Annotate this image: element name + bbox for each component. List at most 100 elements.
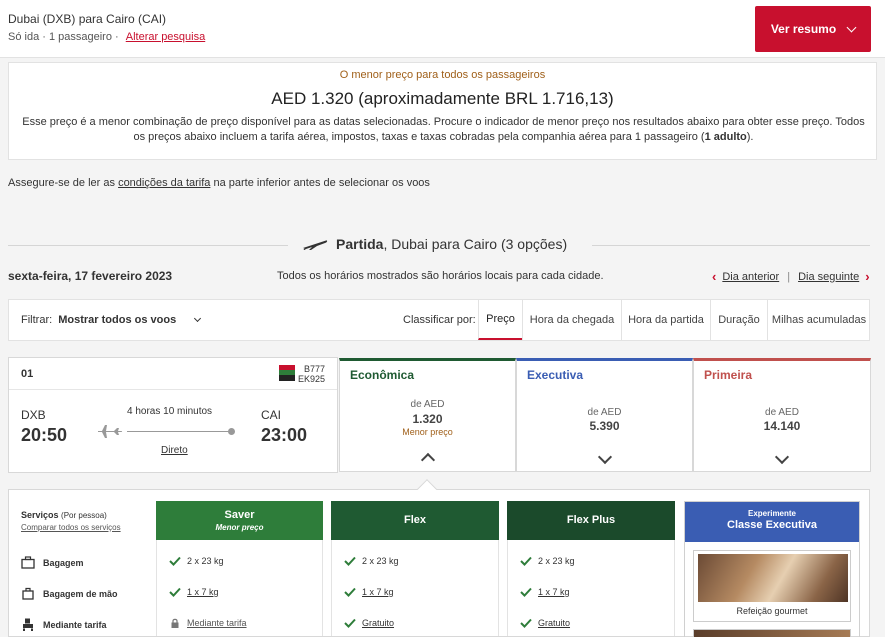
change-search-link[interactable]: Alterar pesquisa [126, 31, 206, 43]
cabin-first-price: 14.140 [763, 419, 801, 433]
service-row-carry-on: Bagagem de mão [21, 587, 118, 600]
cabin-economy[interactable]: Econômica de AED 1.320 Menor preço [339, 358, 516, 472]
flight-code: B777 EK925 [298, 364, 325, 384]
cabin-business[interactable]: Executiva de AED 5.390 [516, 358, 693, 472]
checkmark-icon [344, 587, 356, 597]
fare-saver-seat[interactable]: Mediante tarifa [169, 618, 247, 628]
section-title: Partida, Dubai para Cairo (3 opções) [296, 236, 574, 252]
sort-tab-duration[interactable]: Duração [710, 300, 767, 340]
business-upsell-title: Classe Executiva [727, 519, 817, 531]
service-baggage-label: Bagagem [43, 557, 84, 568]
notice-text-pre: Assegure-se de ler as [8, 177, 119, 189]
chevron-down-icon [846, 22, 857, 32]
passenger-count: 1 adulto [704, 131, 747, 143]
trip-type-passengers: Só ida · 1 passageiro · [8, 31, 119, 43]
per-person-note: (Por pessoa) [61, 511, 107, 520]
cabin-first-name: Primeira [704, 368, 753, 382]
service-seat-label: Mediante tarifa [43, 619, 107, 630]
chevron-down-icon [774, 449, 790, 465]
fare-flex-carry-on[interactable]: 1 x 7 kg [344, 587, 394, 597]
chevron-right-icon[interactable]: › [865, 269, 869, 284]
seat-icon [23, 618, 33, 631]
flight-number: EK925 [297, 374, 325, 384]
view-summary-button[interactable]: Ver resumo [755, 6, 871, 52]
business-class-upsell[interactable]: Experimente Classe Executiva Refeição go… [684, 501, 860, 637]
fare-saver-column: 2 x 23 kg 1 x 7 kg Mediante tarifa [156, 540, 323, 636]
flight-date: sexta-feira, 17 fevereiro 2023 [8, 269, 173, 283]
lowest-price-amount: AED 1.320 (aproximadamente BRL 1.716,13) [271, 89, 614, 108]
fare-flex-plus-name: Flex Plus [566, 514, 616, 526]
sort-tab-arrival-time[interactable]: Hora da chegada [522, 300, 621, 340]
checkmark-icon [344, 556, 356, 566]
fare-saver-baggage-value: 2 x 23 kg [187, 556, 224, 566]
chevron-left-icon[interactable]: ‹ [712, 269, 716, 284]
lowest-price-box: O menor preço para todos os passageiros … [8, 62, 877, 160]
cabin-first[interactable]: Primeira de AED 14.140 [693, 358, 871, 472]
chevron-down-icon [194, 314, 202, 323]
gourmet-meal-card: Refeição gourmet [693, 550, 851, 622]
checkmark-icon [520, 587, 532, 597]
fare-flex-seat[interactable]: Gratuito [344, 618, 394, 628]
lowest-price-description-end: ). [746, 131, 754, 143]
fare-flex-plus-carry-on-value: 1 x 7 kg [538, 587, 570, 597]
fare-flex-header[interactable]: Flex [331, 501, 499, 540]
departure-time: 20:50 [21, 425, 68, 445]
section-title-text: Partida, Dubai para Cairo (3 opções) [336, 236, 567, 252]
fare-options-panel: Serviços (Por pessoa) Comparar todos os … [8, 489, 870, 637]
service-carry-on-label: Bagagem de mão [43, 588, 118, 599]
gourmet-meal-image [698, 554, 848, 602]
destination-dot [228, 428, 235, 435]
gourmet-meal-caption: Refeição gourmet [736, 606, 808, 616]
fare-saver-name: Saver [224, 509, 255, 521]
fare-saver-carry-on[interactable]: 1 x 7 kg [169, 587, 219, 597]
fare-saver-seat-value: Mediante tarifa [187, 618, 247, 628]
fare-flex-plus-seat[interactable]: Gratuito [520, 618, 570, 628]
filter-sort-bar: Filtrar: Mostrar todos os voos Classific… [8, 299, 870, 341]
chevron-up-icon [420, 452, 435, 468]
notice-text-post: na parte inferior antes de selecionar os… [210, 177, 430, 189]
sort-tab-price[interactable]: Preço [478, 300, 522, 340]
flight-duration: 4 horas 10 minutos [127, 406, 213, 417]
filter-value: Mostrar todos os voos [58, 314, 177, 326]
local-time-note: Todos os horários mostrados são horários… [277, 270, 604, 282]
day-nav-separator: | [787, 270, 791, 283]
fare-flex-plus-baggage-value: 2 x 23 kg [538, 556, 575, 566]
filter-dropdown[interactable]: Filtrar: Mostrar todos os voos [21, 314, 202, 326]
cabin-economy-from: de AED [410, 399, 445, 410]
service-row-baggage: Bagagem [21, 556, 84, 569]
day-navigation: ‹ Dia anterior | Dia seguinte › [712, 269, 870, 284]
chevron-down-icon [597, 449, 612, 465]
fare-flex-carry-on-value: 1 x 7 kg [362, 587, 394, 597]
compare-services-link[interactable]: Comparar todos os serviços [21, 523, 121, 532]
cabin-economy-price: 1.320 [412, 412, 443, 426]
flight-card: 01 B777 EK925 DXB 20:50 4 horas 10 minut… [8, 357, 338, 473]
previous-day-link[interactable]: Dia anterior [722, 271, 779, 283]
business-upsell-pretitle: Experimente [747, 509, 797, 518]
next-day-link[interactable]: Dia seguinte [798, 271, 859, 283]
destination-airport: CAI [261, 408, 282, 422]
fare-flex-plus-carry-on[interactable]: 1 x 7 kg [520, 587, 570, 597]
cabin-business-from: de AED [587, 407, 622, 418]
fare-saver-header[interactable]: Saver Menor preço [156, 501, 323, 540]
checkmark-icon [344, 618, 356, 628]
fare-flex-plus-header[interactable]: Flex Plus [507, 501, 675, 540]
direct-flight-link[interactable]: Direto [161, 445, 188, 456]
arrival-time: 23:00 [261, 425, 308, 445]
services-title-text: Serviços [21, 510, 59, 520]
cabin-economy-name: Econômica [350, 368, 415, 382]
section-title-bold: Partida [336, 236, 384, 252]
section-divider-right [592, 245, 870, 246]
lock-icon [171, 618, 179, 628]
services-title: Serviços (Por pessoa) [21, 510, 107, 520]
airline-logo-icon [279, 365, 295, 381]
lowest-price-label: O menor preço para todos os passageiros [339, 69, 546, 81]
service-row-seat: Mediante tarifa [21, 618, 107, 631]
lowest-price-description: Esse preço é a menor combinação de preço… [17, 115, 870, 145]
checkmark-icon [520, 618, 532, 628]
airplane-icon [98, 425, 123, 438]
fare-saver-subtitle: Menor preço [215, 523, 264, 532]
sort-tab-departure-time[interactable]: Hora da partida [621, 300, 710, 340]
sort-tab-miles-earned[interactable]: Milhas acumuladas [767, 300, 870, 340]
flight-card-header: 01 B777 EK925 [9, 358, 337, 390]
fare-conditions-link[interactable]: condições da tarifa [118, 177, 210, 189]
